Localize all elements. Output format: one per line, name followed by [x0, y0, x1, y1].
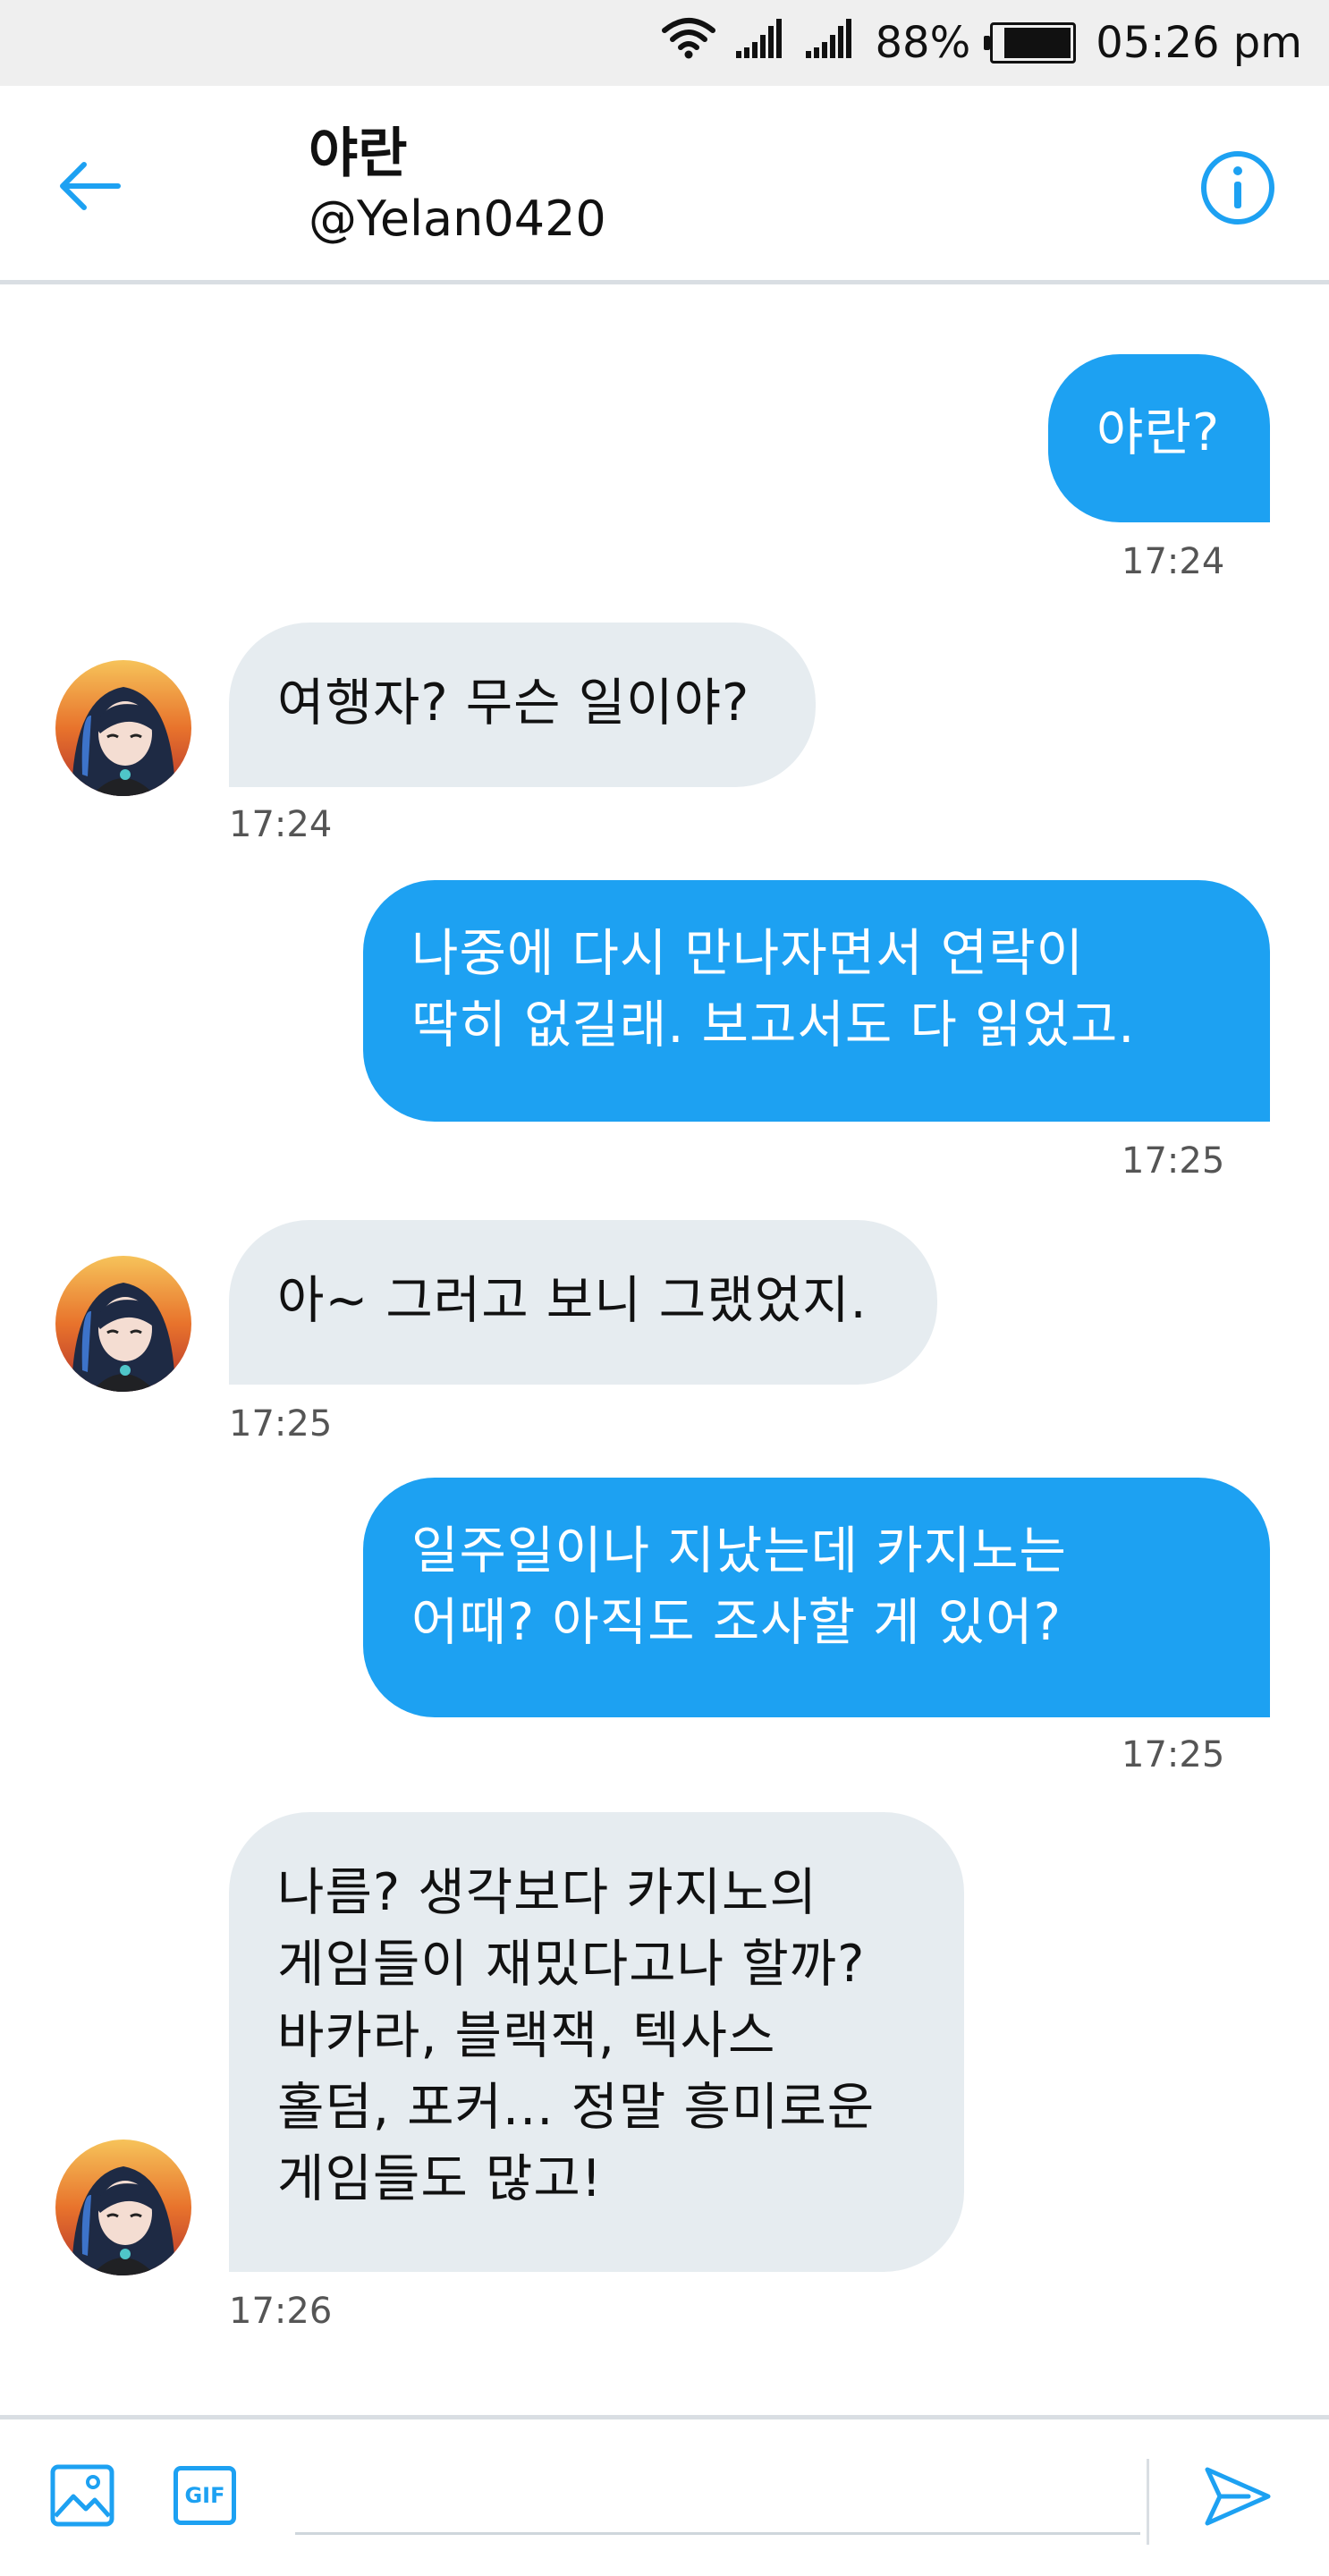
avatar-image: [55, 660, 191, 796]
message-timestamp: 17:25: [1122, 1140, 1225, 1182]
incoming-message[interactable]: 나름? 생각보다 카지노의 게임들이 재밌다고나 할까? 바카라, 블랙잭, 텍…: [229, 1812, 964, 2272]
avatar[interactable]: [55, 660, 191, 796]
signal-icon: [805, 17, 856, 69]
incoming-message[interactable]: 아~ 그러고 보니 그랬었지.: [229, 1220, 937, 1385]
status-time: 05:26 pm: [1096, 18, 1302, 68]
message-text: 홀덤, 포커... 정말 흥미로운: [277, 2078, 876, 2137]
avatar[interactable]: [55, 1256, 191, 1392]
message-text: 바카라, 블랙잭, 텍사스: [277, 2006, 776, 2065]
incoming-message[interactable]: 여행자? 무슨 일이야?: [229, 623, 816, 787]
message-timestamp: 17:26: [229, 2291, 333, 2332]
message-text: 게임들이 재밌다고나 할까?: [277, 1935, 866, 1994]
contact-handle: @Yelan0420: [309, 191, 606, 247]
info-button[interactable]: [1198, 148, 1277, 227]
avatar[interactable]: [55, 2140, 191, 2275]
avatar-image: [55, 2140, 191, 2275]
message-text: 아~ 그러고 보니 그랬었지.: [277, 1271, 868, 1330]
add-gif-button[interactable]: GIF: [174, 2466, 236, 2525]
composer-divider: [1147, 2459, 1149, 2545]
info-icon: [1201, 151, 1274, 225]
message-text: 어때? 아직도 조사할 게 있어?: [411, 1593, 1062, 1652]
image-icon: [50, 2464, 114, 2527]
message-text: 게임들도 많고!: [277, 2149, 603, 2208]
gif-icon: GIF: [174, 2466, 236, 2525]
message-composer: GIF: [0, 2415, 1329, 2576]
message-text: 나중에 다시 만나자면서 연락이: [411, 924, 1085, 983]
battery-percent: 88%: [875, 18, 971, 68]
outgoing-message[interactable]: 나중에 다시 만나자면서 연락이 딱히 없길래. 보고서도 다 읽었고.: [363, 880, 1270, 1122]
battery-icon: [984, 22, 1077, 64]
wifi-icon: [661, 16, 716, 70]
avatar-image: [55, 1256, 191, 1392]
message-timestamp: 17:24: [1122, 541, 1225, 582]
back-button[interactable]: [52, 148, 127, 224]
send-icon: [1205, 2467, 1271, 2526]
signal-icon: [735, 17, 786, 69]
message-input[interactable]: [295, 2532, 1140, 2535]
message-text: 여행자? 무슨 일이야?: [277, 674, 750, 733]
contact-name: 야란: [309, 123, 408, 185]
outgoing-message[interactable]: 야란?: [1048, 354, 1270, 522]
message-timestamp: 17:24: [229, 804, 333, 845]
outgoing-message[interactable]: 일주일이나 지났는데 카지노는 어때? 아직도 조사할 게 있어?: [363, 1478, 1270, 1717]
battery-level: [1004, 28, 1071, 58]
conversation-title[interactable]: 야란 @Yelan0420: [309, 120, 606, 250]
status-icons: 88% 05:26 pm: [661, 0, 1302, 86]
add-image-button[interactable]: [50, 2464, 114, 2530]
message-text: 일주일이나 지났는데 카지노는: [411, 1521, 1067, 1580]
message-text: 야란?: [1096, 403, 1221, 462]
message-timestamp: 17:25: [229, 1403, 333, 1445]
message-text: 딱히 없길래. 보고서도 다 읽었고.: [411, 996, 1136, 1055]
conversation-header: 야란 @Yelan0420: [0, 86, 1329, 284]
status-bar: 88% 05:26 pm: [0, 0, 1329, 86]
send-button[interactable]: [1204, 2464, 1272, 2532]
message-timestamp: 17:25: [1122, 1734, 1225, 1775]
arrow-left-icon: [60, 162, 121, 210]
message-text: 나름? 생각보다 카지노의: [277, 1863, 817, 1922]
